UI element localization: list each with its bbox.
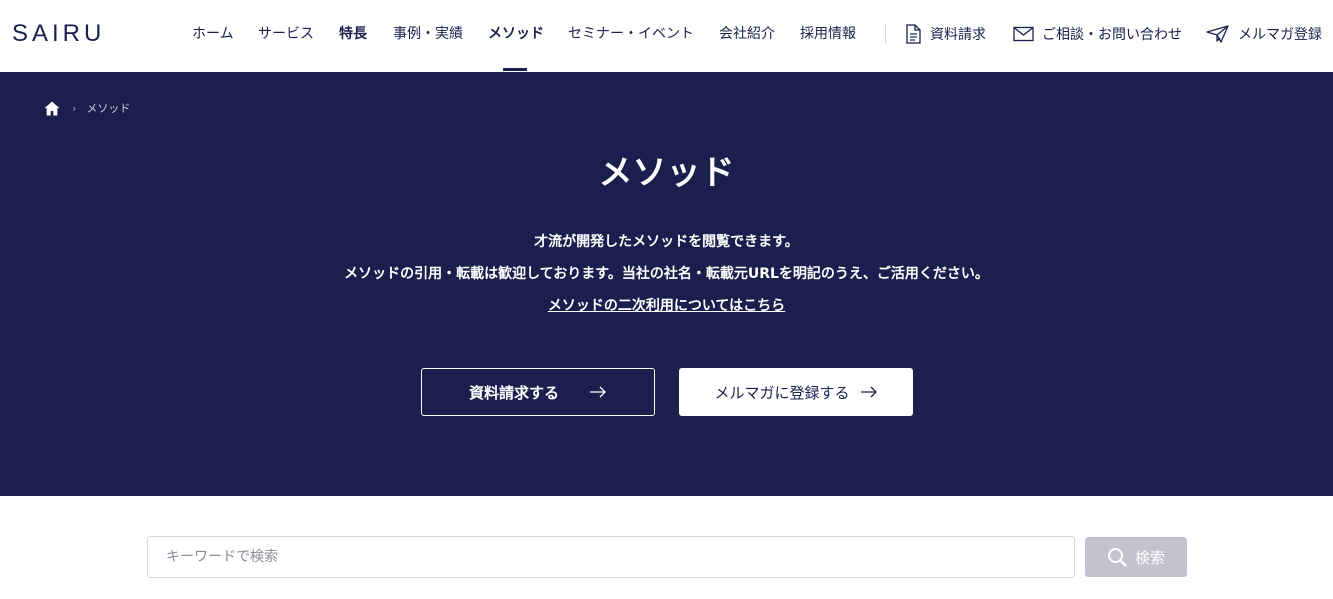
search-input[interactable] <box>147 536 1075 578</box>
contact-link[interactable]: ご相談・お問い合わせ <box>1013 22 1182 46</box>
hero-description-1: 才流が開発したメソッドを閲覧できます。 <box>534 234 799 250</box>
nav-item-cases[interactable]: 事例・実績 <box>393 24 463 44</box>
request-document-label: 資料請求する <box>468 383 559 402</box>
breadcrumb-current: メソッド <box>86 102 131 115</box>
nav-divider <box>885 24 886 44</box>
document-request-link[interactable]: 資料請求 <box>904 22 986 46</box>
newsletter-label: メルマガ登録 <box>1238 27 1322 43</box>
nav-item-features[interactable]: 特長 <box>339 24 367 44</box>
hero-section: › メソッド メソッド 才流が開発したメソッドを閲覧できます。 メソッドの引用・… <box>0 72 1333 496</box>
home-icon[interactable] <box>44 101 60 116</box>
nav-item-company[interactable]: 会社紹介 <box>719 24 775 44</box>
page-title: メソッド <box>598 153 735 193</box>
document-request-label: 資料請求 <box>930 27 986 43</box>
paper-plane-icon <box>1206 25 1229 43</box>
hero-description-2: メソッドの引用・転載は歓迎しております。当社の社名・転載元URLを明記のうえ、ご… <box>344 266 989 282</box>
breadcrumb-separator-icon: › <box>72 101 77 115</box>
arrow-right-icon <box>860 386 877 398</box>
secondary-use-link-wrap: メソッドの二次利用についてはこちら <box>0 296 1333 316</box>
newsletter-link[interactable]: メルマガ登録 <box>1206 22 1322 46</box>
contact-label: ご相談・お問い合わせ <box>1042 27 1182 43</box>
search-icon <box>1107 548 1127 567</box>
secondary-use-link[interactable]: メソッドの二次利用についてはこちら <box>548 298 785 314</box>
search-button[interactable]: 検索 <box>1085 537 1187 577</box>
nav-item-method[interactable]: メソッド <box>488 24 544 44</box>
document-icon <box>906 24 921 44</box>
site-header: SAIRU ホーム サービス 特長 事例・実績 メソッド セミナー・イベント 会… <box>0 0 1333 72</box>
nav-item-seminar[interactable]: セミナー・イベント <box>568 24 694 44</box>
nav-item-services[interactable]: サービス <box>258 24 314 44</box>
request-document-button[interactable]: 資料請求する <box>421 368 655 416</box>
search-button-label: 検索 <box>1134 548 1165 567</box>
newsletter-register-label: メルマガに登録する <box>714 383 850 402</box>
newsletter-register-button[interactable]: メルマガに登録する <box>679 368 913 416</box>
breadcrumb: › メソッド <box>44 100 130 116</box>
site-logo[interactable]: SAIRU <box>12 19 105 49</box>
mail-icon <box>1013 26 1034 42</box>
arrow-right-icon <box>590 386 606 398</box>
nav-active-indicator <box>503 68 527 71</box>
nav-item-recruit[interactable]: 採用情報 <box>800 24 856 44</box>
nav-item-home[interactable]: ホーム <box>192 24 234 44</box>
